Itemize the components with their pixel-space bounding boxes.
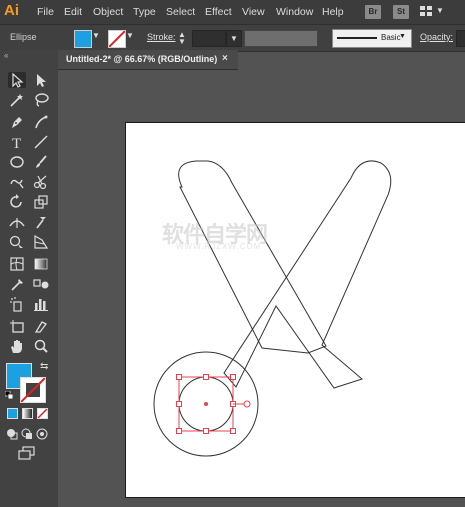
scissors-tool-icon[interactable]	[32, 174, 50, 190]
magic-wand-tool-icon[interactable]	[8, 92, 26, 108]
watermark-text: 软件自学网	[162, 222, 268, 247]
curvature-tool-icon[interactable]	[32, 114, 50, 130]
opacity-label[interactable]: Opacity:	[420, 32, 453, 42]
width-tool-icon[interactable]	[8, 214, 26, 230]
pen-tool-icon[interactable]	[8, 114, 26, 130]
shaper-tool-icon[interactable]	[8, 174, 26, 190]
eyedropper-tool-icon[interactable]	[8, 276, 26, 292]
selection-tool-icon[interactable]	[8, 72, 26, 88]
stroke-weight-stepper[interactable]: ▲ ▼	[178, 31, 188, 46]
stock-button[interactable]: St	[393, 5, 409, 19]
chevron-down-icon: ▼	[399, 33, 406, 40]
tools-panel: « T ⇆	[0, 50, 59, 507]
right-blade-shape	[223, 160, 392, 389]
artwork	[153, 160, 392, 457]
symbol-sprayer-tool-icon[interactable]	[8, 296, 26, 312]
stroke-swatch-large[interactable]	[20, 377, 46, 403]
hand-tool-icon[interactable]	[8, 338, 26, 354]
mesh-tool-icon[interactable]	[8, 256, 26, 272]
menu-edit[interactable]: Edit	[64, 0, 82, 24]
line-segment-tool-icon[interactable]	[32, 134, 50, 150]
stroke-label[interactable]: Stroke:	[147, 32, 176, 42]
menu-select[interactable]: Select	[166, 0, 195, 24]
default-fill-stroke-icon[interactable]	[4, 390, 14, 400]
column-graph-tool-icon[interactable]	[32, 296, 50, 312]
app-logo: Ai	[4, 2, 19, 19]
type-tool-icon[interactable]: T	[8, 134, 26, 150]
chevron-down-icon[interactable]: ▼	[436, 5, 446, 17]
opacity-input[interactable]	[456, 30, 465, 47]
blend-tool-icon[interactable]	[32, 276, 50, 292]
bridge-button[interactable]: Br	[365, 5, 381, 19]
selected-tool-name: Ellipse	[10, 32, 37, 42]
menu-type[interactable]: Type	[133, 0, 156, 24]
selection-handle	[230, 374, 236, 380]
live-corner-widget	[243, 400, 251, 408]
puppet-warp-tool-icon[interactable]	[32, 214, 50, 230]
lasso-tool-icon[interactable]	[32, 92, 50, 108]
screen-mode-icon[interactable]	[18, 446, 36, 460]
brush-stroke-preview	[337, 37, 377, 39]
center-point	[204, 402, 208, 406]
stroke-weight-dropdown[interactable]: ▼	[226, 30, 242, 47]
menu-view[interactable]: View	[242, 0, 265, 24]
artboard[interactable]: 软件自学网 WWW.RJZXW.COM	[125, 122, 465, 498]
color-mode-button[interactable]	[7, 408, 18, 419]
draw-behind-icon[interactable]	[21, 428, 33, 440]
menu-effect[interactable]: Effect	[205, 0, 232, 24]
workspace-grid-icon[interactable]	[420, 6, 432, 16]
canvas-area[interactable]: 软件自学网 WWW.RJZXW.COM	[58, 70, 465, 507]
svg-text:T: T	[12, 136, 21, 150]
draw-inside-icon[interactable]	[36, 428, 48, 440]
slice-tool-icon[interactable]	[32, 318, 50, 334]
menu-window[interactable]: Window	[276, 0, 313, 24]
rotate-tool-icon[interactable]	[8, 194, 26, 210]
gradient-tool-icon[interactable]	[32, 256, 50, 272]
left-blade-shape	[178, 160, 327, 354]
menu-help[interactable]: Help	[322, 0, 344, 24]
zoom-tool-icon[interactable]	[32, 338, 50, 354]
selection-handle	[203, 374, 209, 380]
brush-label: Basic	[381, 33, 401, 42]
selection-handle	[176, 401, 182, 407]
variable-width-profile[interactable]	[244, 30, 318, 47]
menu-bar: Ai File Edit Object Type Select Effect V…	[0, 0, 465, 24]
selection-handle	[176, 374, 182, 380]
document-tab-title: Untitled-2* @ 66.67% (RGB/Outline)	[66, 54, 218, 64]
selection-handle	[230, 428, 236, 434]
close-icon[interactable]: ×	[222, 53, 228, 64]
perspective-grid-tool-icon[interactable]	[32, 234, 50, 250]
paintbrush-tool-icon[interactable]	[32, 154, 50, 170]
draw-normal-icon[interactable]	[6, 428, 18, 440]
chevron-down-icon[interactable]: ▼	[92, 31, 100, 40]
selection-handle	[203, 428, 209, 434]
panel-collapse-icon[interactable]: «	[4, 51, 8, 60]
artboard-tool-icon[interactable]	[8, 318, 26, 334]
document-tab[interactable]: Untitled-2* @ 66.67% (RGB/Outline) ×	[58, 50, 238, 70]
stroke-color-swatch[interactable]	[108, 30, 126, 48]
scale-tool-icon[interactable]	[32, 194, 50, 210]
menu-object[interactable]: Object	[93, 0, 123, 24]
brush-definition-dropdown[interactable]: Basic ▼	[332, 29, 412, 48]
watermark-url: WWW.RJZXW.COM	[176, 242, 262, 251]
menu-file[interactable]: File	[37, 0, 54, 24]
chevron-down-icon[interactable]: ▼	[126, 31, 134, 40]
stroke-weight-input[interactable]	[192, 30, 226, 47]
none-mode-button[interactable]	[37, 408, 48, 419]
ellipse-tool-icon[interactable]	[8, 154, 26, 170]
control-bar: Ellipse ▼ ▼ Stroke: ▲ ▼ ▼ Basic ▼ Opacity…	[0, 24, 465, 52]
fill-color-swatch[interactable]	[74, 30, 92, 48]
gradient-mode-button[interactable]	[22, 408, 33, 419]
shape-builder-tool-icon[interactable]	[8, 234, 26, 250]
selection-handle	[176, 428, 182, 434]
swap-fill-stroke-icon[interactable]: ⇆	[40, 362, 50, 372]
direct-selection-tool-icon[interactable]	[32, 72, 50, 88]
